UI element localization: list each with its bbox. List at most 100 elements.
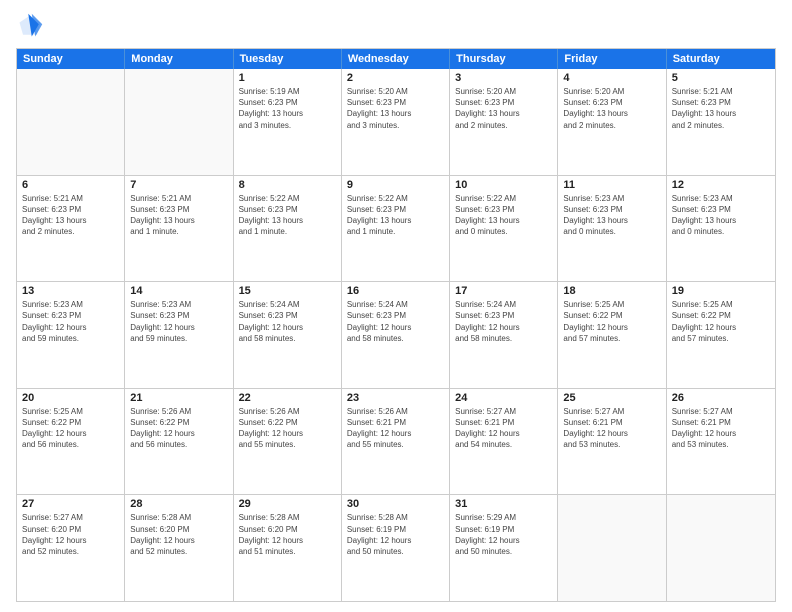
day-number: 26 bbox=[672, 392, 770, 404]
day-number: 9 bbox=[347, 179, 444, 191]
day-info: Sunrise: 5:24 AM Sunset: 6:23 PM Dayligh… bbox=[455, 299, 552, 344]
day-info: Sunrise: 5:20 AM Sunset: 6:23 PM Dayligh… bbox=[455, 86, 552, 131]
day-number: 29 bbox=[239, 498, 336, 510]
day-number: 24 bbox=[455, 392, 552, 404]
day-number: 13 bbox=[22, 285, 119, 297]
calendar-cell-23: 23Sunrise: 5:26 AM Sunset: 6:21 PM Dayli… bbox=[342, 389, 450, 495]
day-info: Sunrise: 5:23 AM Sunset: 6:23 PM Dayligh… bbox=[22, 299, 119, 344]
calendar-cell-25: 25 Sunrise: 5:27 AM Sunset: 6:21 PM Dayli… bbox=[558, 389, 666, 495]
day-info: Sunrise: 5:22 AM Sunset: 6:23 PM Dayligh… bbox=[455, 193, 552, 238]
calendar-cell-empty-0-0 bbox=[17, 69, 125, 175]
day-number: 8 bbox=[239, 179, 336, 191]
day-info: Sunrise: 5:21 AM Sunset: 6:23 PM Dayligh… bbox=[672, 86, 770, 131]
calendar-row-2: 13 Sunrise: 5:23 AM Sunset: 6:23 PM Dayli… bbox=[17, 281, 775, 388]
day-number: 6 bbox=[22, 179, 119, 191]
day-info: Sunrise: 5:26 AM Sunset: 6:22 PM Dayligh… bbox=[239, 406, 336, 451]
calendar-cell-11: 11 Sunrise: 5:23 AM Sunset: 6:23 PM Dayli… bbox=[558, 176, 666, 282]
weekday-header-sunday: Sunday bbox=[17, 49, 125, 69]
day-info: Sunrise: 5:21 AM Sunset: 6:23 PM Dayligh… bbox=[22, 193, 119, 238]
day-info: Sunrise: 5:21 AM Sunset: 6:23 PM Dayligh… bbox=[130, 193, 227, 238]
day-info: Sunrise: 5:24 AM Sunset: 6:23 PM Dayligh… bbox=[347, 299, 444, 344]
logo-icon bbox=[16, 12, 44, 40]
calendar-row-3: 20 Sunrise: 5:25 AM Sunset: 6:22 PM Dayli… bbox=[17, 388, 775, 495]
day-info: Sunrise: 5:28 AM Sunset: 6:19 PM Dayligh… bbox=[347, 512, 444, 557]
calendar-cell-15: 15 Sunrise: 5:24 AM Sunset: 6:23 PM Dayli… bbox=[234, 282, 342, 388]
calendar-cell-14: 14 Sunrise: 5:23 AM Sunset: 6:23 PM Dayli… bbox=[125, 282, 233, 388]
day-info: Sunrise: 5:26 AM Sunset: 6:21 PM Dayligh… bbox=[347, 406, 444, 451]
day-number: 12 bbox=[672, 179, 770, 191]
day-number: 30 bbox=[347, 498, 444, 510]
day-info: Sunrise: 5:23 AM Sunset: 6:23 PM Dayligh… bbox=[563, 193, 660, 238]
calendar-cell-28: 28 Sunrise: 5:28 AM Sunset: 6:20 PM Dayli… bbox=[125, 495, 233, 601]
weekday-header-saturday: Saturday bbox=[667, 49, 775, 69]
day-number: 4 bbox=[563, 72, 660, 84]
calendar-cell-29: 29Sunrise: 5:28 AM Sunset: 6:20 PM Dayli… bbox=[234, 495, 342, 601]
day-info: Sunrise: 5:24 AM Sunset: 6:23 PM Dayligh… bbox=[239, 299, 336, 344]
day-number: 3 bbox=[455, 72, 552, 84]
page: SundayMondayTuesdayWednesdayThursdayFrid… bbox=[0, 0, 792, 612]
calendar-row-1: 6 Sunrise: 5:21 AM Sunset: 6:23 PM Daylig… bbox=[17, 175, 775, 282]
day-number: 14 bbox=[130, 285, 227, 297]
day-info: Sunrise: 5:22 AM Sunset: 6:23 PM Dayligh… bbox=[239, 193, 336, 238]
day-number: 27 bbox=[22, 498, 119, 510]
calendar-cell-30: 30 Sunrise: 5:28 AM Sunset: 6:19 PM Dayli… bbox=[342, 495, 450, 601]
day-number: 15 bbox=[239, 285, 336, 297]
weekday-header-monday: Monday bbox=[125, 49, 233, 69]
calendar-body: 1 Sunrise: 5:19 AM Sunset: 6:23 PM Daylig… bbox=[17, 69, 775, 601]
calendar-cell-16: 16 Sunrise: 5:24 AM Sunset: 6:23 PM Dayli… bbox=[342, 282, 450, 388]
calendar-cell-27: 27 Sunrise: 5:27 AM Sunset: 6:20 PM Dayli… bbox=[17, 495, 125, 601]
calendar-cell-17: 17 Sunrise: 5:24 AM Sunset: 6:23 PM Dayli… bbox=[450, 282, 558, 388]
calendar-cell-empty-4-5 bbox=[558, 495, 666, 601]
day-info: Sunrise: 5:20 AM Sunset: 6:23 PM Dayligh… bbox=[347, 86, 444, 131]
calendar-cell-13: 13 Sunrise: 5:23 AM Sunset: 6:23 PM Dayli… bbox=[17, 282, 125, 388]
calendar-cell-5: 5Sunrise: 5:21 AM Sunset: 6:23 PM Daylig… bbox=[667, 69, 775, 175]
calendar-cell-4: 4 Sunrise: 5:20 AM Sunset: 6:23 PM Daylig… bbox=[558, 69, 666, 175]
day-number: 11 bbox=[563, 179, 660, 191]
day-number: 31 bbox=[455, 498, 552, 510]
header bbox=[16, 12, 776, 40]
day-number: 19 bbox=[672, 285, 770, 297]
calendar-cell-10: 10Sunrise: 5:22 AM Sunset: 6:23 PM Dayli… bbox=[450, 176, 558, 282]
day-number: 20 bbox=[22, 392, 119, 404]
calendar-cell-7: 7 Sunrise: 5:21 AM Sunset: 6:23 PM Daylig… bbox=[125, 176, 233, 282]
day-number: 25 bbox=[563, 392, 660, 404]
calendar-header: SundayMondayTuesdayWednesdayThursdayFrid… bbox=[17, 49, 775, 69]
day-number: 16 bbox=[347, 285, 444, 297]
day-info: Sunrise: 5:27 AM Sunset: 6:20 PM Dayligh… bbox=[22, 512, 119, 557]
day-number: 7 bbox=[130, 179, 227, 191]
day-info: Sunrise: 5:19 AM Sunset: 6:23 PM Dayligh… bbox=[239, 86, 336, 131]
day-info: Sunrise: 5:27 AM Sunset: 6:21 PM Dayligh… bbox=[455, 406, 552, 451]
day-number: 21 bbox=[130, 392, 227, 404]
calendar-cell-20: 20 Sunrise: 5:25 AM Sunset: 6:22 PM Dayli… bbox=[17, 389, 125, 495]
calendar-cell-21: 21 Sunrise: 5:26 AM Sunset: 6:22 PM Dayli… bbox=[125, 389, 233, 495]
weekday-header-thursday: Thursday bbox=[450, 49, 558, 69]
calendar-cell-24: 24 Sunrise: 5:27 AM Sunset: 6:21 PM Dayli… bbox=[450, 389, 558, 495]
calendar-cell-6: 6 Sunrise: 5:21 AM Sunset: 6:23 PM Daylig… bbox=[17, 176, 125, 282]
calendar-cell-18: 18Sunrise: 5:25 AM Sunset: 6:22 PM Dayli… bbox=[558, 282, 666, 388]
day-info: Sunrise: 5:27 AM Sunset: 6:21 PM Dayligh… bbox=[563, 406, 660, 451]
day-info: Sunrise: 5:26 AM Sunset: 6:22 PM Dayligh… bbox=[130, 406, 227, 451]
day-number: 17 bbox=[455, 285, 552, 297]
calendar-row-4: 27 Sunrise: 5:27 AM Sunset: 6:20 PM Dayli… bbox=[17, 494, 775, 601]
calendar-cell-1: 1 Sunrise: 5:19 AM Sunset: 6:23 PM Daylig… bbox=[234, 69, 342, 175]
logo bbox=[16, 12, 48, 40]
calendar-cell-3: 3 Sunrise: 5:20 AM Sunset: 6:23 PM Daylig… bbox=[450, 69, 558, 175]
day-info: Sunrise: 5:23 AM Sunset: 6:23 PM Dayligh… bbox=[672, 193, 770, 238]
calendar-cell-26: 26 Sunrise: 5:27 AM Sunset: 6:21 PM Dayli… bbox=[667, 389, 775, 495]
calendar-cell-8: 8 Sunrise: 5:22 AM Sunset: 6:23 PM Daylig… bbox=[234, 176, 342, 282]
day-number: 22 bbox=[239, 392, 336, 404]
day-info: Sunrise: 5:23 AM Sunset: 6:23 PM Dayligh… bbox=[130, 299, 227, 344]
weekday-header-friday: Friday bbox=[558, 49, 666, 69]
calendar-cell-2: 2 Sunrise: 5:20 AM Sunset: 6:23 PM Daylig… bbox=[342, 69, 450, 175]
day-info: Sunrise: 5:27 AM Sunset: 6:21 PM Dayligh… bbox=[672, 406, 770, 451]
calendar: SundayMondayTuesdayWednesdayThursdayFrid… bbox=[16, 48, 776, 602]
day-info: Sunrise: 5:25 AM Sunset: 6:22 PM Dayligh… bbox=[22, 406, 119, 451]
day-info: Sunrise: 5:22 AM Sunset: 6:23 PM Dayligh… bbox=[347, 193, 444, 238]
day-number: 28 bbox=[130, 498, 227, 510]
day-info: Sunrise: 5:28 AM Sunset: 6:20 PM Dayligh… bbox=[130, 512, 227, 557]
day-number: 2 bbox=[347, 72, 444, 84]
day-number: 1 bbox=[239, 72, 336, 84]
weekday-header-tuesday: Tuesday bbox=[234, 49, 342, 69]
calendar-cell-19: 19Sunrise: 5:25 AM Sunset: 6:22 PM Dayli… bbox=[667, 282, 775, 388]
day-info: Sunrise: 5:20 AM Sunset: 6:23 PM Dayligh… bbox=[563, 86, 660, 131]
